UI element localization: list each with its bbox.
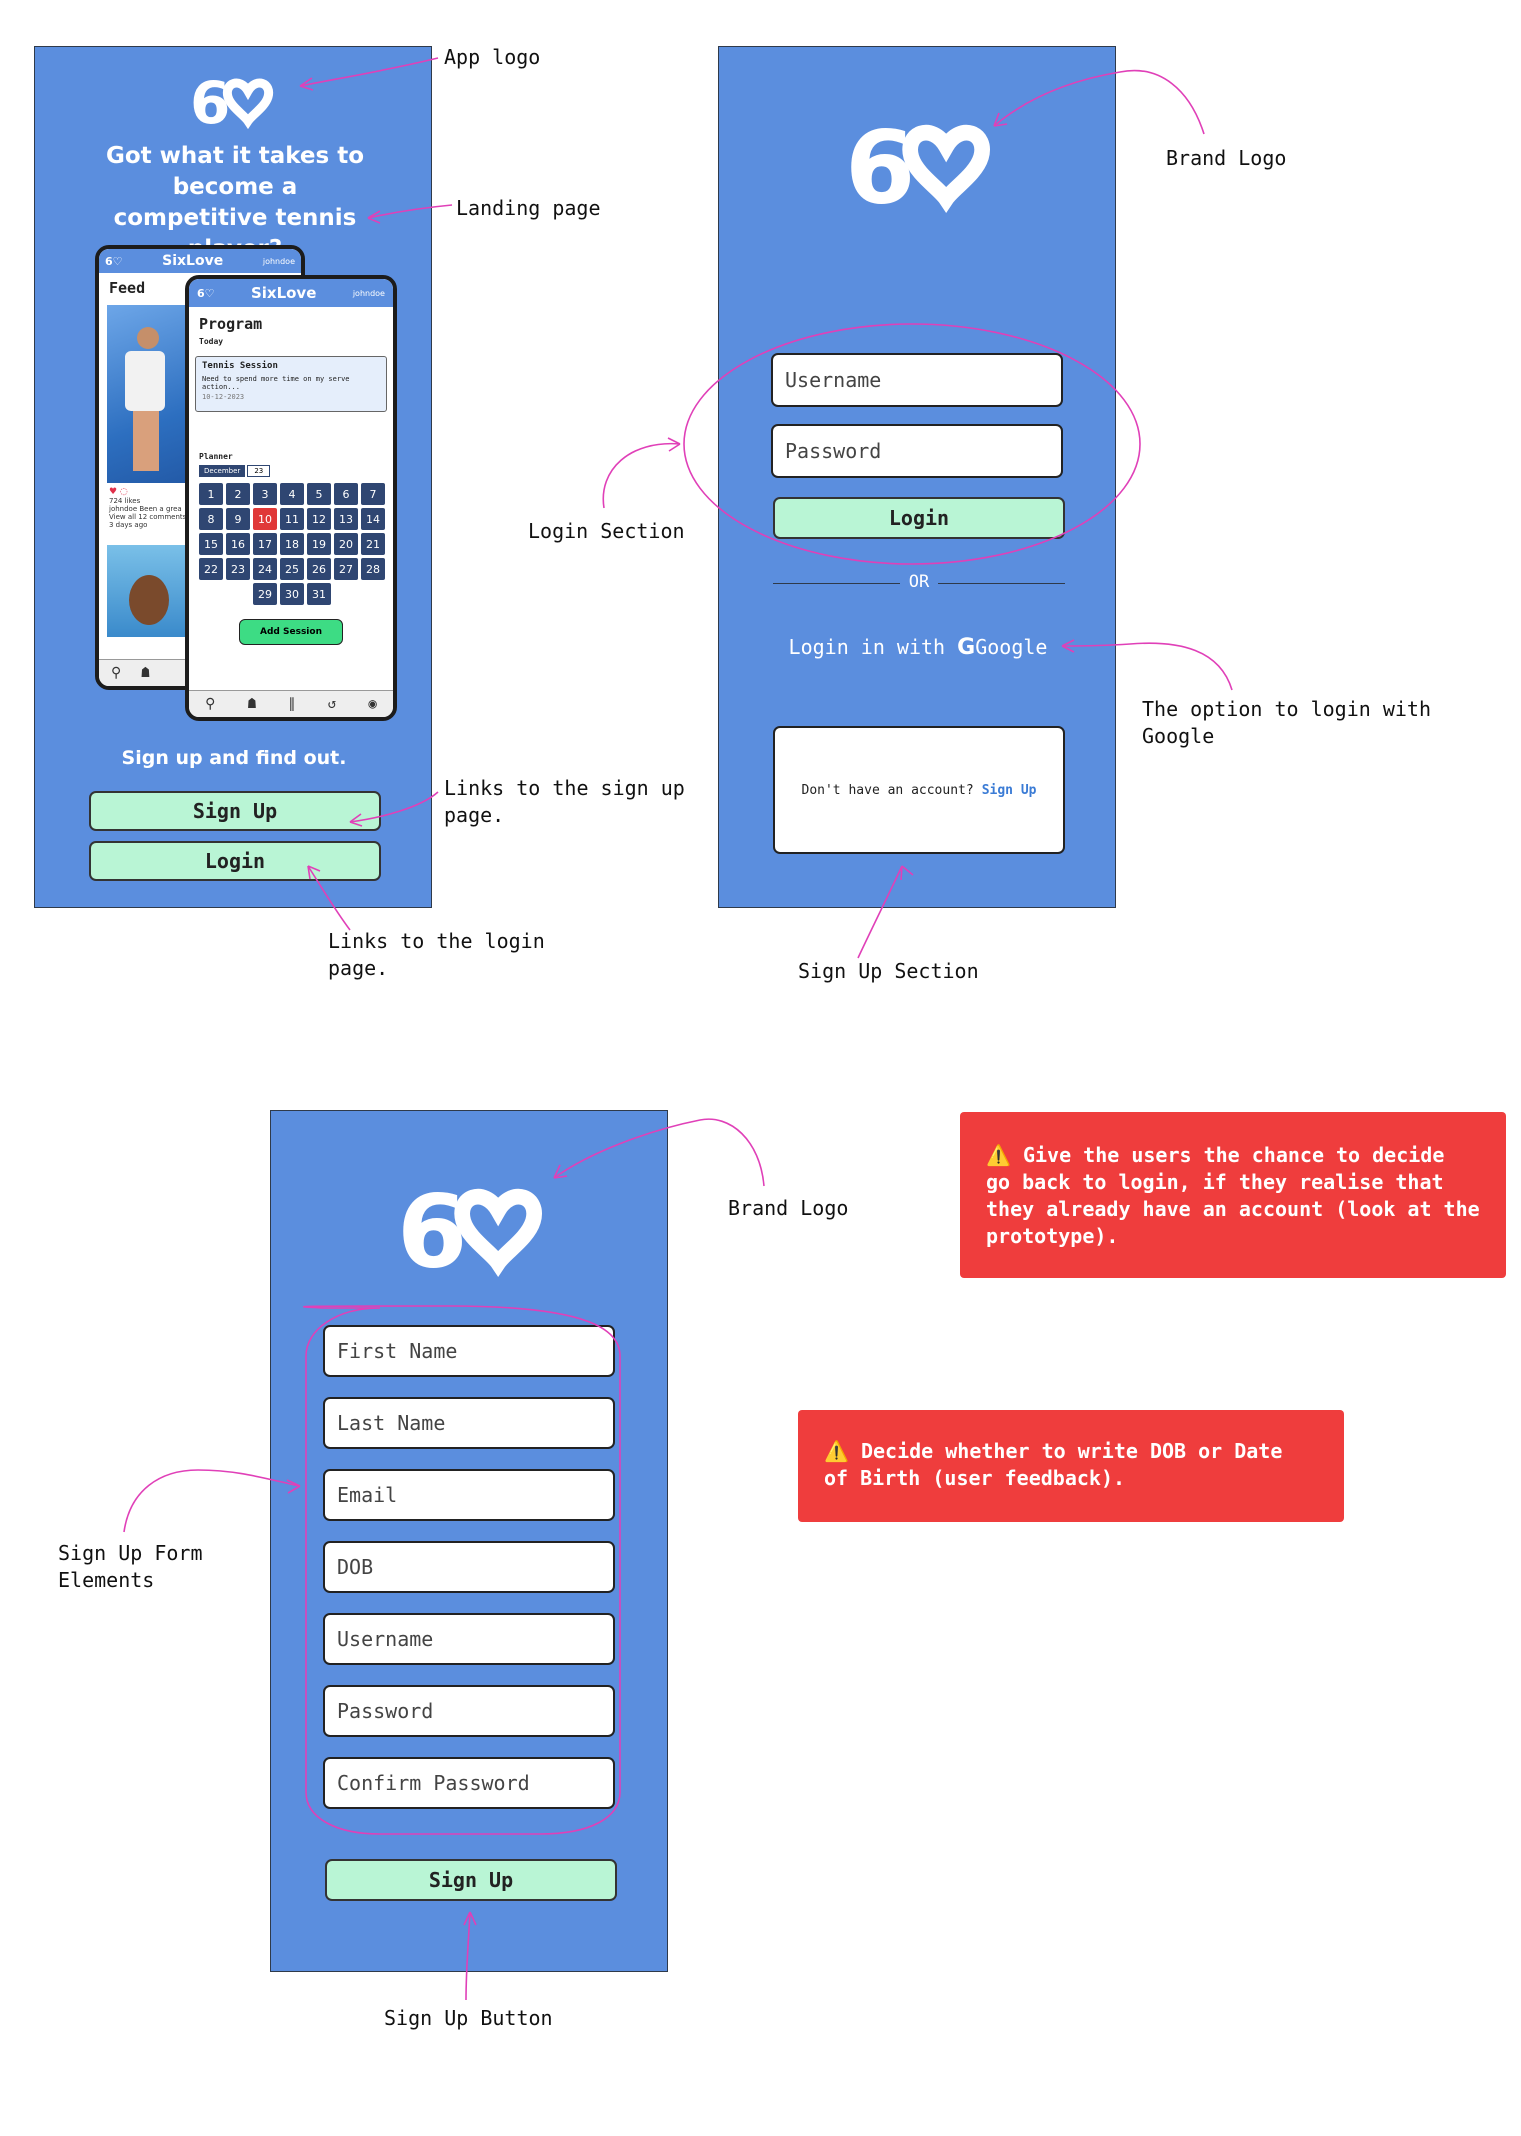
arrow-signup-section: [857, 865, 903, 959]
login-section-ellipse: [683, 323, 1141, 565]
arrow-brand-logo-2: [553, 1118, 765, 1187]
arrow-signup-button: [465, 1911, 471, 2001]
arrow-brand-logo-1: [993, 69, 1205, 135]
arrow-links-login: [307, 865, 351, 931]
arrow-login-section: [602, 442, 681, 509]
arrow-app-logo: [299, 57, 439, 87]
signup-form-outline: [303, 1305, 621, 1835]
annotation-overlay: [123, 57, 1233, 2001]
arrow-links-signup: [349, 791, 439, 823]
arrow-google-option: [1061, 642, 1233, 691]
arrow-signup-form: [123, 1469, 301, 1533]
arrow-landing-page: [367, 204, 453, 219]
